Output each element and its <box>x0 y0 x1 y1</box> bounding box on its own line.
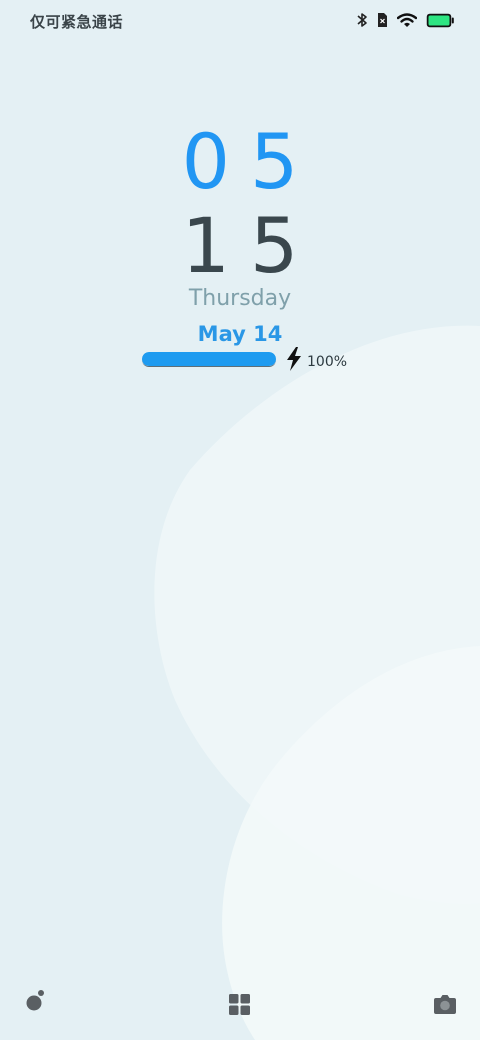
battery-charging-indicator: 100% <box>142 347 347 371</box>
status-bar: 仅可紧急通话 <box>0 0 480 42</box>
battery-percent-label: 100% <box>307 354 348 370</box>
bluetooth-icon <box>357 13 367 27</box>
sim-card-icon <box>378 13 387 27</box>
date-label: May 14 <box>197 322 283 346</box>
battery-progress-fill <box>142 351 276 366</box>
clock-minute: 15 <box>181 201 319 290</box>
battery-icon <box>426 13 454 27</box>
music-note-icon[interactable] <box>26 988 46 1012</box>
wifi-icon <box>397 12 417 27</box>
clock-hour: 05 <box>181 117 319 206</box>
weekday-label: Thursday <box>188 286 292 311</box>
charging-bolt-icon <box>287 347 301 371</box>
grid-icon[interactable] <box>229 994 251 1016</box>
battery-progress-track <box>142 351 276 367</box>
camera-icon[interactable] <box>434 994 456 1014</box>
lockscreen-clock: 05 15 <box>0 120 480 288</box>
status-icons <box>356 12 454 28</box>
carrier-status-text: 仅可紧急通话 <box>30 13 124 31</box>
